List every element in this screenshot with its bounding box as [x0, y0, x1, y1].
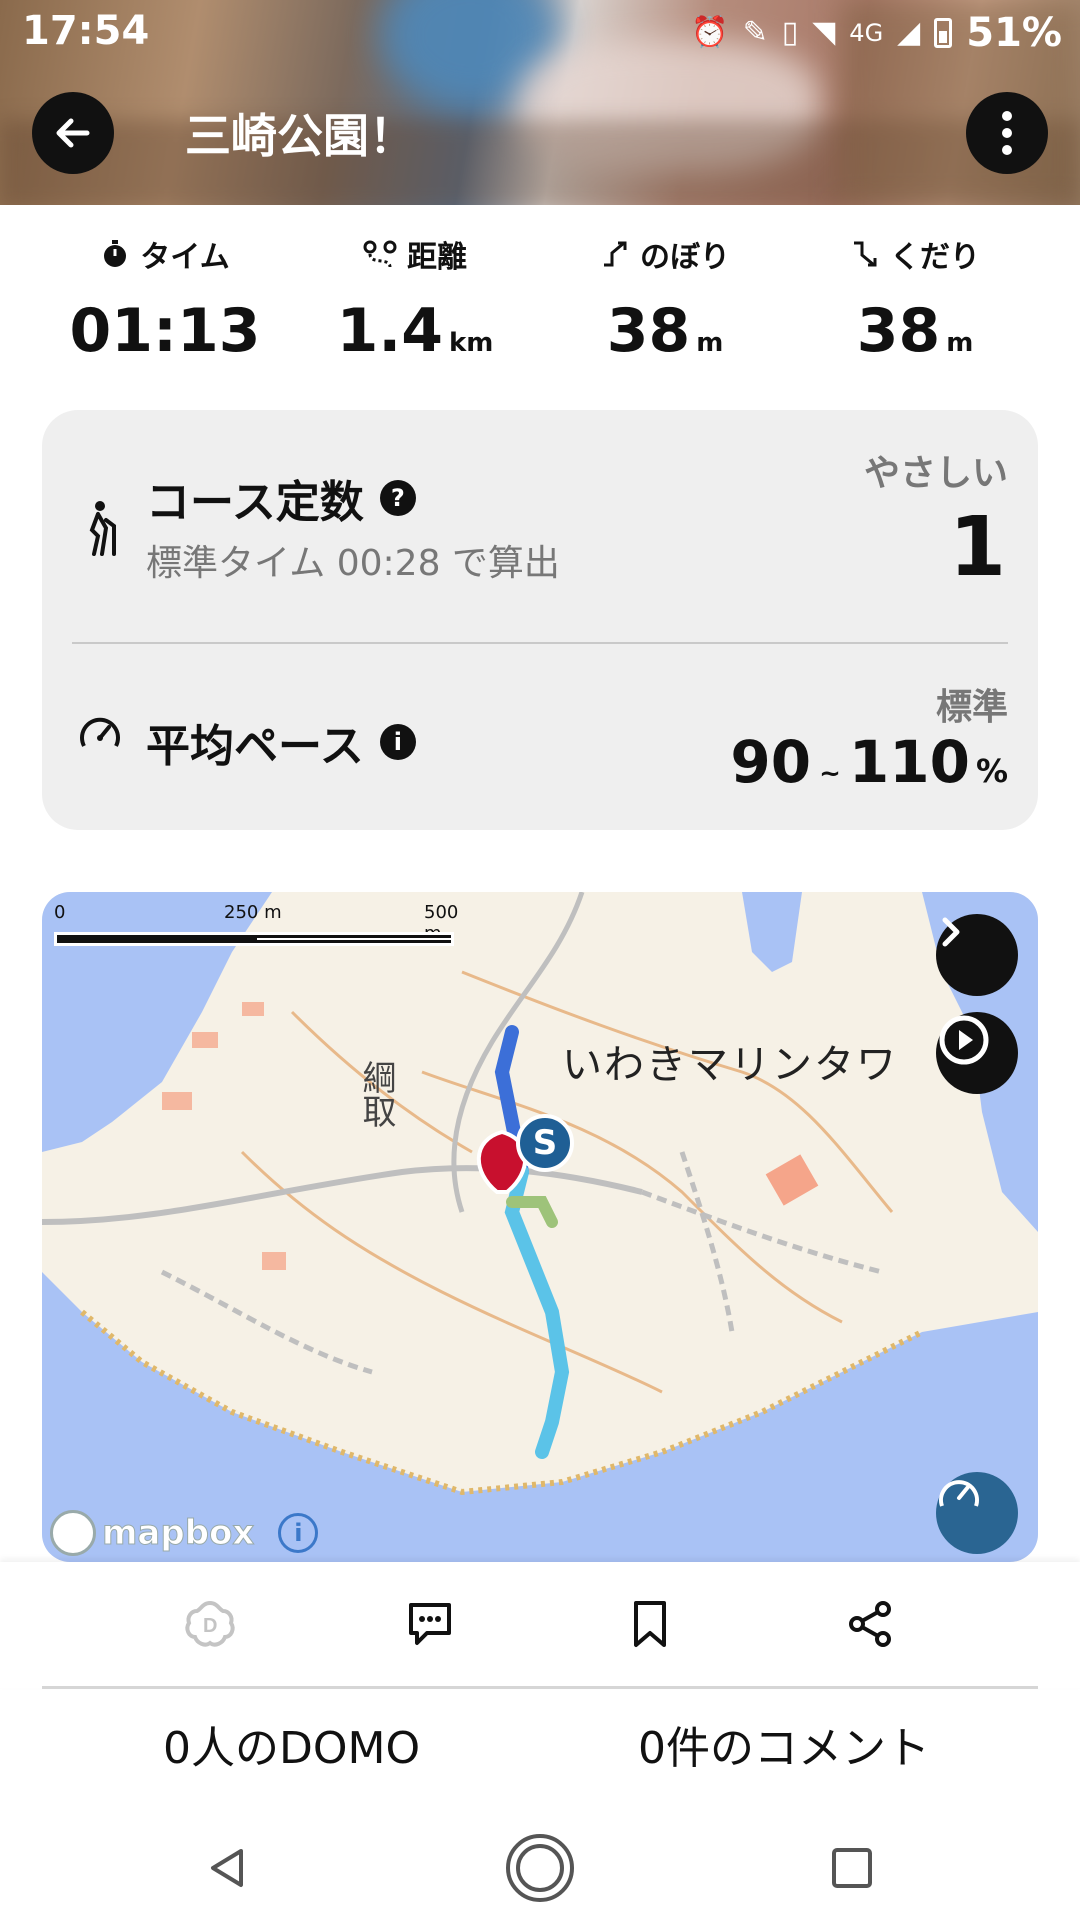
- start-marker[interactable]: S: [516, 1114, 574, 1172]
- pace-standard-label: 標準: [935, 687, 1008, 728]
- route-map[interactable]: 0 250 m 500 m いわきマリンタワ 綱取 S mapbox i: [42, 892, 1038, 1562]
- stat-distance-unit: km: [448, 328, 494, 358]
- stat-time-value: 01:13: [69, 296, 261, 366]
- nav-back-button[interactable]: [188, 1828, 268, 1908]
- map-place-label: いわきマリンタワ: [562, 1042, 898, 1088]
- map-canvas: [42, 892, 1038, 1562]
- nav-home-button[interactable]: [500, 1828, 580, 1908]
- bookmark-button[interactable]: [620, 1594, 680, 1654]
- domo-count[interactable]: 0人のDOMO: [163, 1712, 420, 1776]
- stat-descent-unit: m: [946, 328, 974, 358]
- stat-ascent: のぼり 38 m: [540, 232, 790, 366]
- circle-home-icon: [506, 1834, 574, 1902]
- mapbox-attribution[interactable]: mapbox i: [50, 1510, 319, 1556]
- info-icon[interactable]: i: [379, 724, 416, 760]
- stat-ascent-value: 38: [606, 296, 691, 366]
- start-marker-label: S: [532, 1123, 558, 1163]
- action-bar: D: [0, 1562, 1080, 1688]
- triangle-back-icon: [211, 1849, 243, 1887]
- descent-icon: [854, 241, 877, 267]
- square-recents-icon: [832, 1848, 872, 1888]
- attribution-info-icon[interactable]: i: [278, 1513, 319, 1553]
- nav-recents-button[interactable]: [812, 1828, 892, 1908]
- battery-icon: [934, 18, 953, 48]
- vibrate-icon: ▯: [781, 15, 799, 50]
- map-pace-button[interactable]: [936, 1472, 1018, 1554]
- nfc-icon: ✎: [742, 15, 768, 50]
- pace-min: 90: [730, 728, 812, 796]
- arrow-left-icon: [56, 118, 90, 148]
- average-pace-title: 平均ペース: [146, 721, 364, 772]
- share-icon: [849, 1601, 891, 1647]
- pace-range: 90 ~110%: [730, 728, 1008, 796]
- card-divider: [72, 642, 1008, 644]
- battery-percent: 51%: [966, 10, 1062, 56]
- network-type: 4G: [849, 19, 884, 47]
- comment-count[interactable]: 0件のコメント: [638, 1712, 930, 1776]
- mapbox-text: mapbox: [101, 1513, 255, 1554]
- stat-descent-value: 38: [856, 296, 941, 366]
- more-vertical-icon: [1002, 111, 1012, 155]
- pace-tilde: ~: [819, 759, 841, 789]
- stat-distance-value: 1.4: [336, 296, 443, 366]
- route-icon: [363, 240, 397, 268]
- map-play-button[interactable]: [936, 1012, 1018, 1094]
- stat-ascent-unit: m: [696, 328, 724, 358]
- comment-button[interactable]: [400, 1594, 460, 1654]
- stat-descent-label: くだり: [890, 240, 980, 275]
- stat-ascent-label: のぼり: [640, 240, 730, 275]
- bookmark-icon: [634, 1601, 666, 1647]
- system-nav-bar: [0, 1800, 1080, 1920]
- map-expand-button[interactable]: [936, 914, 1018, 996]
- pace-unit: %: [975, 752, 1008, 790]
- stat-descent: くだり 38 m: [790, 232, 1040, 366]
- share-button[interactable]: [840, 1594, 900, 1654]
- signal-icon: ◢: [897, 15, 921, 50]
- speedometer-icon: [78, 712, 122, 760]
- svg-text:D: D: [203, 1615, 217, 1637]
- stat-distance-label: 距離: [407, 240, 467, 275]
- back-button[interactable]: [32, 92, 114, 174]
- mapbox-logo-icon: [50, 1510, 96, 1556]
- actions-divider: [42, 1686, 1038, 1689]
- difficulty-label: やさしい: [863, 453, 1008, 494]
- domo-button[interactable]: D: [180, 1594, 240, 1654]
- hiker-icon: [80, 500, 120, 560]
- ascent-icon: [604, 241, 627, 267]
- wifi-icon: ◥: [812, 15, 836, 50]
- course-info-card: コース定数 ? 標準タイム 00:28 で算出 やさしい 1 平均ペース i 標…: [42, 410, 1038, 830]
- page-title: 三崎公園！: [185, 109, 415, 163]
- status-time: 17:54: [22, 8, 150, 54]
- map-area-label: 綱取: [356, 1060, 396, 1128]
- chevron-right-icon: [942, 917, 960, 947]
- domo-flower-icon: D: [185, 1600, 235, 1647]
- stat-time-label: タイム: [140, 240, 230, 275]
- map-scale: 0 250 m 500 m: [54, 902, 474, 962]
- stat-distance: 距離 1.4 km: [290, 232, 540, 366]
- alarm-icon: ⏰: [691, 15, 729, 50]
- reaction-counts: 0人のDOMO 0件のコメント: [0, 1712, 1080, 1792]
- scale-bar: [54, 932, 454, 946]
- course-constant-title: コース定数: [146, 477, 364, 528]
- standard-time-text: 標準タイム 00:28 で算出: [146, 543, 560, 584]
- more-menu-button[interactable]: [966, 92, 1048, 174]
- stopwatch-icon: [104, 240, 127, 267]
- speedometer-icon: [939, 1480, 979, 1507]
- status-bar: 17:54 ⏰ ✎ ▯ ◥ 4G ◢ 51%: [0, 0, 1080, 64]
- pace-max: 110: [848, 728, 970, 796]
- comment-icon: [409, 1603, 451, 1645]
- play-circle-icon: [939, 1015, 989, 1065]
- help-icon[interactable]: ?: [379, 480, 416, 516]
- course-constant-value: 1: [948, 500, 1006, 595]
- stat-time: タイム 01:13: [40, 232, 290, 366]
- scale-zero: 0: [54, 902, 66, 923]
- activity-stats: タイム 01:13 距離 1.4 km のぼり 38 m くだり 38 m: [0, 232, 1080, 367]
- scale-mid: 250 m: [224, 902, 282, 923]
